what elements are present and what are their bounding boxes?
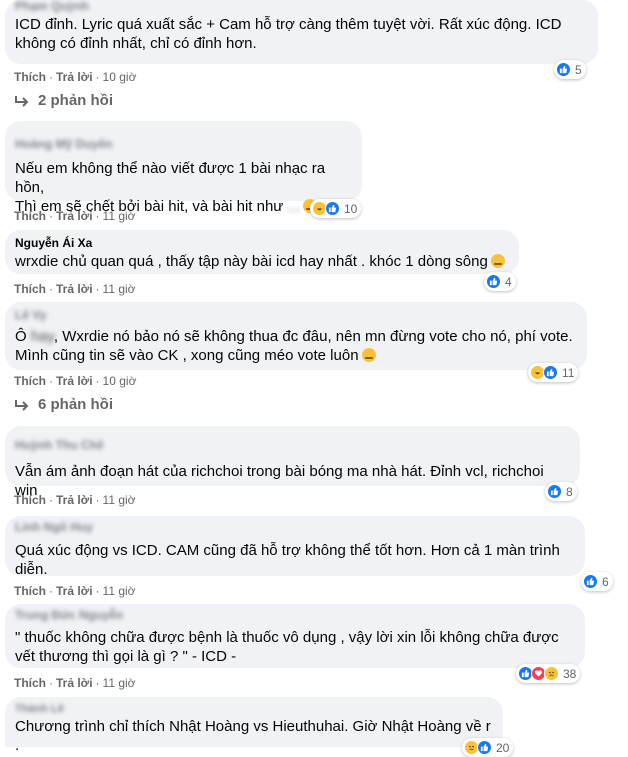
like-link[interactable]: Thích [14,282,46,296]
comment-text: wrxdie chủ quan quá , thấy tập này bài i… [15,252,509,271]
like-link[interactable]: Thích [14,70,46,84]
comment-bubble: Phạm Quỳnh ICD đỉnh. Lyric quá xuất sắc … [5,0,598,64]
comment-actions: Thích · Trả lời · 11 giờ [14,282,136,296]
like-reaction-icon [556,62,571,77]
comment-author[interactable]: Linh Ngô Huy [15,520,575,535]
comment-text: " thuốc không chữa được bệnh là thuốc vô… [15,629,559,665]
like-reaction-icon [547,484,562,499]
reply-arrow-icon [15,95,29,107]
like-reaction-icon [325,201,340,216]
comment-bubble: Linh Ngô Huy Quá xúc động vs ICD. CAM cũ… [5,516,585,578]
comment-text: Nếu em không thể nào viết được 1 bài nhạ… [15,160,326,215]
comment-author[interactable]: Phạm Quỳnh [15,0,588,14]
comment-actions: Thích · Trả lời · 11 giờ [14,584,136,598]
comment-author[interactable]: Lê Vy [15,308,577,323]
comment-bubble: Nguyễn Ái Xa wrxdie chủ quan quá , thấy … [5,230,519,274]
reaction-summary[interactable]: 11 [528,363,579,382]
comment-author[interactable]: Nguyễn Ái Xa [15,236,509,251]
comment-author[interactable]: Hoàng Mỹ Duyên [15,137,112,152]
comment-text: Ô hay, Wxrdie nó bảo nó sẽ không thua đc… [15,328,573,364]
reaction-summary[interactable]: 20 [462,738,514,757]
like-link[interactable]: Thích [14,374,46,388]
comment-author[interactable]: Thành Lê [15,703,493,715]
replies-count: 2 phản hồi [38,92,113,109]
like-reaction-icon [477,740,492,755]
like-link[interactable]: Thích [14,676,46,690]
comment-actions: Thích · Trả lời · 11 giờ [14,493,136,507]
reaction-count: 6 [602,574,609,589]
comment-text: ICD đỉnh. Lyric quá xuất sắc + Cam hỗ tr… [15,16,562,52]
reply-link[interactable]: Trả lời [56,209,93,223]
reply-link[interactable]: Trả lời [56,584,93,598]
comment-bubble: Huỳnh Thu Chê Vẫn ám ảnh đoạn hát của ri… [5,426,580,499]
view-replies-button[interactable]: 2 phản hồi [14,92,113,109]
comment-author[interactable]: Trung Đức Nguyễn [15,608,575,623]
comment-actions: Thích · Trả lời · 10 giờ [14,374,137,388]
comment-bubble: Hoàng Mỹ Duyên Nếu em không thể nào viết… [5,121,362,215]
reaction-summary[interactable]: 38 [516,664,581,683]
reaction-count: 10 [344,201,358,216]
comment-bubble: Lê Vy Ô hay, Wxrdie nó bảo nó sẽ không t… [5,302,587,370]
reaction-summary[interactable]: 4 [484,272,516,291]
timestamp[interactable]: 11 giờ [103,493,136,507]
timestamp[interactable]: 11 giờ [103,676,136,690]
like-reaction-icon [583,574,598,589]
like-link[interactable]: Thích [14,209,46,223]
replies-count: 6 phản hồi [38,396,113,413]
emoji [490,254,505,268]
comment-text: Quá xúc động vs ICD. CAM cũng đã hỗ trợ … [15,542,560,578]
timestamp[interactable]: 10 giờ [103,374,137,388]
comment-text: Chương trình chỉ thích Nhật Hoàng vs Hie… [15,718,491,754]
reaction-count: 5 [575,62,582,77]
comment-bubble: Thành Lê Chương trình chỉ thích Nhật Hoà… [5,697,503,754]
reply-link[interactable]: Trả lời [56,282,93,296]
emoji [361,348,376,362]
comment-author[interactable]: Huỳnh Thu Chê [15,438,104,453]
view-replies-button[interactable]: 6 phản hồi [14,396,113,413]
reaction-summary[interactable]: 5 [554,60,586,79]
like-reaction-icon [486,274,501,289]
reaction-summary[interactable]: 6 [581,572,613,591]
reply-link[interactable]: Trả lời [56,70,93,84]
reaction-count: 4 [505,274,512,289]
timestamp[interactable]: 11 giờ [103,282,136,296]
like-link[interactable]: Thích [14,584,46,598]
reply-arrow-icon [15,399,29,411]
like-reaction-icon [543,365,558,380]
reply-link[interactable]: Trả lời [56,374,93,388]
reply-link[interactable]: Trả lời [56,493,93,507]
like-link[interactable]: Thích [14,493,46,507]
comment-actions: Thích · Trả lời · 10 giờ [14,70,137,84]
comment-actions: Thích · Trả lời · 11 giờ [14,209,136,223]
comment-actions: Thích · Trả lời · 11 giờ [14,676,136,690]
reply-link[interactable]: Trả lời [56,676,93,690]
timestamp[interactable]: 10 giờ [103,70,137,84]
reaction-summary[interactable]: 8 [545,482,577,501]
sad-reaction-icon [544,666,559,681]
reaction-count: 20 [496,740,510,755]
reaction-summary[interactable]: 10 [310,199,362,218]
timestamp[interactable]: 11 giờ [103,584,136,598]
timestamp[interactable]: 11 giờ [103,209,136,223]
comment-bubble: Trung Đức Nguyễn " thuốc không chữa được… [5,604,585,668]
reaction-count: 11 [562,365,575,380]
reaction-count: 38 [563,666,577,681]
reaction-count: 8 [566,484,573,499]
